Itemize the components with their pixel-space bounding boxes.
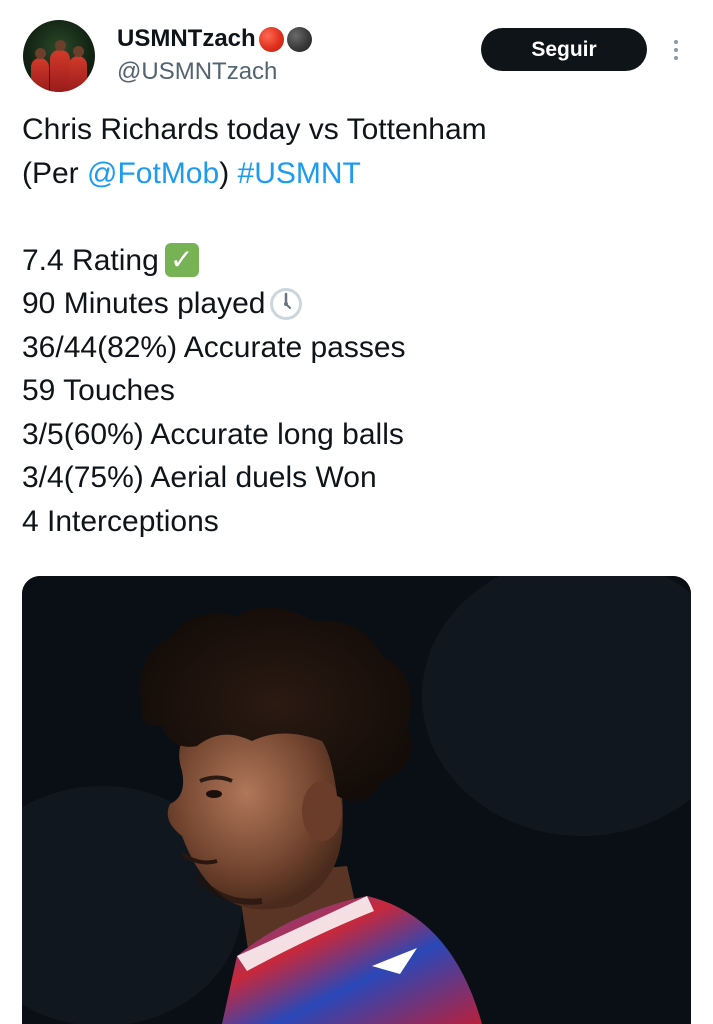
- stat-text: 7.4 Rating: [22, 243, 159, 277]
- display-name-text: USMNTzach: [117, 25, 256, 52]
- author-names: USMNTzach @USMNTzach: [117, 24, 312, 88]
- red-circle-icon: [258, 26, 284, 52]
- tweet-media-image[interactable]: [22, 576, 691, 1024]
- check-mark-icon: ✓: [164, 243, 199, 278]
- avatar-figure-head: [35, 48, 46, 59]
- avatar-figure: [50, 50, 70, 92]
- tweet-line-text: Chris Richards today vs Tottenham: [22, 113, 487, 146]
- stat-line: 4 Interceptions: [22, 500, 692, 544]
- tweet-text: Chris Richards today vs Tottenham (Per @…: [22, 108, 692, 543]
- author-avatar[interactable]: [23, 20, 95, 92]
- tweet-line: Chris Richards today vs Tottenham: [22, 108, 692, 152]
- mention-link[interactable]: @FotMob: [87, 152, 219, 196]
- tweet-line-text: ): [219, 156, 238, 190]
- stat-text: 3/4(75%) Aerial duels Won: [22, 461, 377, 494]
- tweet-line: (Per @FotMob ) #USMNT: [22, 152, 692, 196]
- avatar-figure: [69, 56, 87, 92]
- more-dot: [674, 40, 678, 44]
- follow-button[interactable]: Seguir: [481, 28, 647, 71]
- stat-line: 3/5(60%) Accurate long balls: [22, 413, 692, 457]
- stat-text: 4 Interceptions: [22, 504, 219, 538]
- stat-line: 3/4(75%) Aerial duels Won: [22, 456, 692, 500]
- stat-line: 7.4 Rating ✓: [22, 239, 692, 283]
- black-circle-icon: [286, 26, 312, 52]
- tweet-header: USMNTzach @USMNTzach Seguir: [0, 0, 713, 100]
- avatar-figure: [31, 58, 49, 92]
- author-handle[interactable]: @USMNTzach: [117, 56, 312, 88]
- avatar-figure-head: [55, 40, 66, 51]
- clock-icon: [269, 287, 302, 320]
- stat-text: 90 Minutes played: [22, 287, 266, 320]
- avatar-figure-head: [73, 46, 84, 57]
- tweet-line-text: (Per: [22, 156, 88, 190]
- more-vertical-icon[interactable]: [666, 34, 686, 66]
- stat-text: 59 Touches: [22, 374, 175, 407]
- player-photo: [22, 576, 691, 1024]
- stat-line: 59 Touches: [22, 369, 692, 413]
- stat-line: 36/44(82%) Accurate passes: [22, 326, 692, 370]
- stat-line: 90 Minutes played: [22, 282, 692, 326]
- author-display-name[interactable]: USMNTzach: [117, 24, 312, 54]
- stat-text: 36/44(82%) Accurate passes: [22, 330, 406, 364]
- stat-text: 3/5(60%) Accurate long balls: [22, 417, 404, 451]
- hashtag-link[interactable]: #USMNT: [238, 152, 361, 196]
- more-dot: [674, 56, 678, 60]
- more-dot: [674, 48, 678, 52]
